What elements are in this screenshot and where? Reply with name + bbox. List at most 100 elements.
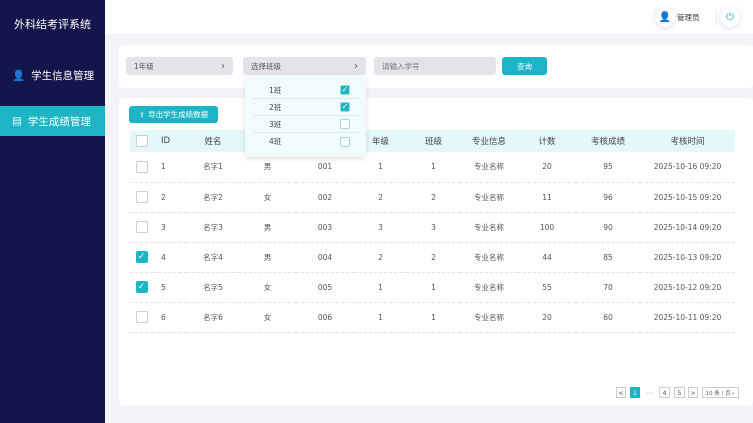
row-checkbox[interactable]: ✓	[130, 242, 153, 273]
sidebar-item-student-grades[interactable]: ▤ 学生成绩管理	[0, 106, 105, 136]
option-label: 4班	[269, 137, 282, 146]
table-cell: 2	[407, 242, 460, 273]
table-cell: 4	[153, 242, 187, 273]
prev-page-button[interactable]: <	[616, 387, 626, 398]
class-placeholder: 选择班级	[251, 61, 281, 71]
table-cell: 2025-10-15 09:20	[640, 182, 735, 213]
table-cell: 女	[239, 272, 296, 303]
table-cell: 专业名称	[460, 302, 518, 333]
col-header: 班级	[407, 130, 460, 152]
user-name: 管理员	[677, 13, 700, 22]
divider	[716, 8, 717, 26]
clipboard-icon: ▤	[12, 115, 22, 127]
page-size-select[interactable]: 10 条 / 页 ⌄	[702, 387, 739, 398]
grades-table: ID 姓名 年级 班级 专业信息 计数 考核成绩 考核时间 1 名字1 男 001 1 1…	[130, 130, 735, 333]
table-cell: 专业名称	[460, 272, 518, 303]
table-cell: 004	[296, 242, 354, 273]
chevron-right-icon: ›	[221, 60, 225, 72]
table-cell: 2	[153, 182, 187, 213]
col-header: ID	[153, 130, 187, 152]
option-label: 1班	[269, 85, 282, 95]
user-avatar-icon[interactable]: 👤	[655, 7, 675, 27]
table-cell: 95	[576, 152, 640, 183]
table-cell: 名字4	[187, 242, 239, 273]
table-header: ID 姓名 年级 班级 专业信息 计数 考核成绩 考核时间	[130, 130, 735, 152]
col-header: 专业信息	[460, 130, 518, 152]
table-cell: 男	[239, 242, 296, 273]
table-cell: 90	[576, 212, 640, 243]
table-cell: 1	[407, 272, 460, 303]
sidebar: 外科结考评系统 👤 学生信息管理 ▤ 学生成绩管理	[0, 0, 105, 423]
table-cell: 1	[407, 152, 460, 183]
class-option[interactable]: 3班	[253, 116, 358, 133]
row-checkbox[interactable]	[130, 302, 153, 333]
table-cell: 60	[576, 302, 640, 333]
sidebar-item-student-info[interactable]: 👤 学生信息管理	[0, 60, 105, 90]
table-row: ✓ 4 名字4 男 004 2 2 专业名称 44 85 2025-10-13 09:20	[130, 242, 735, 273]
table-cell: 2025-10-11 09:20	[640, 302, 735, 333]
class-option[interactable]: 2班 ✓	[253, 99, 358, 116]
table-cell: 100	[518, 212, 576, 243]
grade-value: 1年级	[134, 61, 154, 71]
table-cell: 1	[153, 152, 187, 183]
page-ellipsis[interactable]: ···	[643, 387, 656, 398]
table-row: 1 名字1 男 001 1 1 专业名称 20 95 2025-10-16 09:20	[130, 152, 735, 183]
option-checkbox[interactable]: ✓	[340, 85, 350, 95]
table-cell: 005	[296, 272, 354, 303]
table-cell: 专业名称	[460, 212, 518, 243]
class-select[interactable]: 选择班级 ›	[243, 57, 366, 75]
option-checkbox[interactable]	[340, 119, 350, 129]
table-cell: 3	[407, 212, 460, 243]
table-cell: 名字1	[187, 152, 239, 183]
col-header: 姓名	[187, 130, 239, 152]
table-cell: 男	[239, 212, 296, 243]
row-checkbox[interactable]	[130, 212, 153, 243]
grade-select[interactable]: 1年级 ›	[126, 57, 233, 75]
table-cell: 2025-10-16 09:20	[640, 152, 735, 183]
table-cell: 名字5	[187, 272, 239, 303]
table-cell: 2	[354, 242, 407, 273]
power-icon[interactable]: ⏻	[720, 7, 740, 27]
table-cell: 55	[518, 272, 576, 303]
next-page-button[interactable]: >	[688, 387, 698, 398]
table-cell: 2025-10-14 09:20	[640, 212, 735, 243]
export-button[interactable]: ⇪ 导出学生成绩数据	[129, 106, 218, 123]
student-id-placeholder: 请输入学号	[382, 61, 420, 71]
table-cell: 6	[153, 302, 187, 333]
row-checkbox[interactable]	[130, 152, 153, 183]
page-button[interactable]: 4	[659, 387, 670, 398]
table-cell: 专业名称	[460, 152, 518, 183]
table-cell: 女	[239, 302, 296, 333]
page-button[interactable]: 5	[674, 387, 685, 398]
page-button-current[interactable]: 1	[630, 387, 640, 398]
table-cell: 3	[153, 212, 187, 243]
option-label: 2班	[269, 102, 282, 112]
table-cell: 002	[296, 182, 354, 213]
option-checkbox[interactable]	[340, 136, 350, 147]
top-bar: 👤 管理员 ⏻	[105, 0, 753, 34]
col-header: 计数	[518, 130, 576, 152]
student-id-input[interactable]: 请输入学号	[374, 57, 496, 75]
export-icon: ⇪	[138, 110, 146, 119]
table-cell: 2	[407, 182, 460, 213]
row-checkbox[interactable]: ✓	[130, 272, 153, 303]
chevron-down-icon: ⌄	[730, 389, 736, 396]
table-row: 6 名字6 女 006 1 1 专业名称 20 60 2025-10-11 09:20	[130, 302, 735, 333]
table-cell: 2025-10-13 09:20	[640, 242, 735, 273]
class-option[interactable]: 4班	[253, 133, 358, 150]
col-header: 考核时间	[640, 130, 735, 152]
class-dropdown: 1班 ✓ 2班 ✓ 3班 4班	[245, 76, 366, 157]
table-cell: 5	[153, 272, 187, 303]
option-checkbox[interactable]: ✓	[340, 102, 350, 112]
select-all-checkbox[interactable]	[130, 130, 153, 152]
table-cell: 85	[576, 242, 640, 273]
table-cell: 1	[407, 302, 460, 333]
table-cell: 3	[354, 212, 407, 243]
table-cell: 名字2	[187, 182, 239, 213]
search-button[interactable]: 查询	[502, 57, 547, 75]
col-header: 考核成绩	[576, 130, 640, 152]
row-checkbox[interactable]	[130, 182, 153, 213]
table-cell: 名字3	[187, 212, 239, 243]
class-option[interactable]: 1班 ✓	[253, 82, 358, 99]
table-cell: 2025-10-12 09:20	[640, 272, 735, 303]
